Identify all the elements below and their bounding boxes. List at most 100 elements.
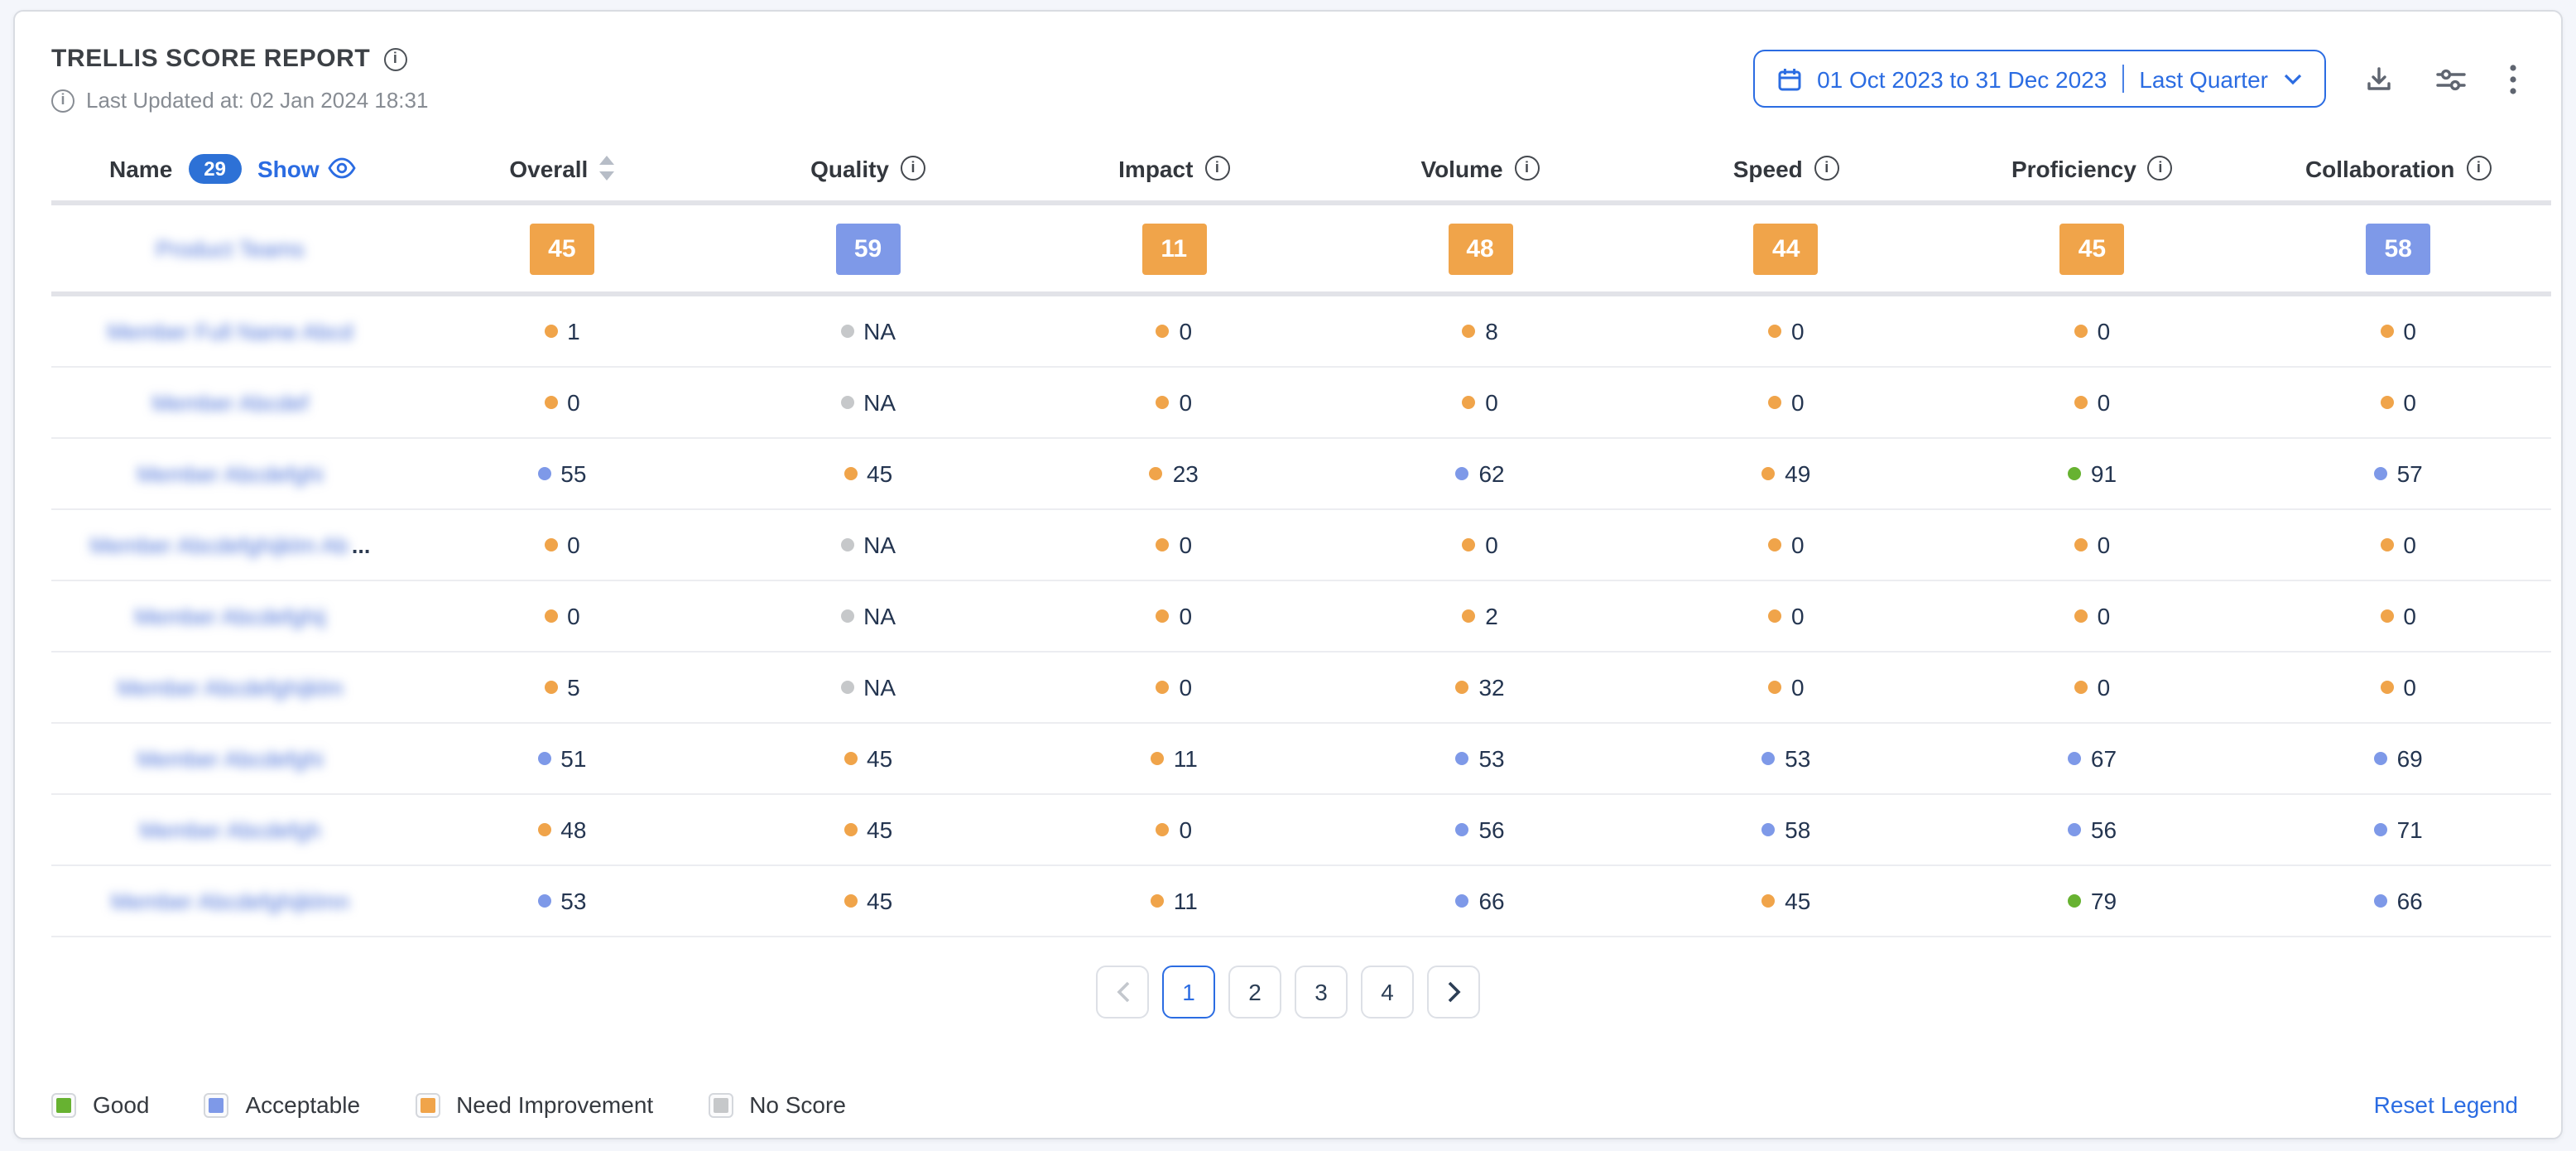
more-options-button[interactable] <box>2505 59 2521 99</box>
score-value: 56 <box>2091 816 2117 843</box>
score-dot <box>1768 609 1781 623</box>
score-cell: 0 <box>1021 389 1327 416</box>
column-header-name: Name 29 Show <box>51 153 409 183</box>
name-cell[interactable]: Member Abcdefghijklm <box>51 675 409 700</box>
column-header-overall[interactable]: Overall <box>409 155 715 181</box>
title-info-icon[interactable] <box>383 47 406 70</box>
contributor-name-blurred[interactable]: Member Abcdef <box>151 390 308 415</box>
contributor-name-blurred[interactable]: Member Abcdefghijklm <box>117 675 343 700</box>
column-label: Proficiency <box>2011 155 2136 181</box>
score-dot <box>1455 894 1468 908</box>
score-cells: 53451166457966 <box>409 888 2551 914</box>
score-value: 0 <box>567 603 580 629</box>
table-row: Member Abcdef0NA00000 <box>51 368 2551 439</box>
score-dot <box>840 396 853 409</box>
pagination-next-button[interactable] <box>1427 966 1480 1019</box>
score-value: 0 <box>1791 532 1805 558</box>
score-cell: NA <box>715 603 1021 629</box>
reset-legend-link[interactable]: Reset Legend <box>2374 1091 2518 1118</box>
name-cell[interactable]: Member Abcdefghijklm Ab... <box>51 532 409 557</box>
legend-item-no_score[interactable]: No Score <box>708 1091 846 1118</box>
score-dot <box>2374 894 2387 908</box>
score-dot <box>1455 823 1468 836</box>
score-cell: 0 <box>1633 674 1939 701</box>
name-cell[interactable]: Member Abcdefghijklmn <box>51 889 409 913</box>
name-cell[interactable]: Member Abcdefgh <box>51 817 409 842</box>
contributor-name-blurred[interactable]: Member Abcdefghij <box>134 604 325 628</box>
name-cell[interactable]: Member Abcdef <box>51 390 409 415</box>
score-cell: 0 <box>409 603 715 629</box>
score-cell: 0 <box>2245 389 2551 416</box>
contributor-name-blurred[interactable]: Member Full Name Abcd <box>107 319 353 344</box>
score-dot <box>2374 823 2387 836</box>
table-row: Member Abcdefghi55452362499157 <box>51 439 2551 510</box>
pagination-page-2[interactable]: 2 <box>1228 966 1281 1019</box>
name-cell[interactable]: Member Abcdefghij <box>51 604 409 628</box>
date-range-preset: Last Quarter <box>2139 65 2268 92</box>
download-button[interactable] <box>2361 60 2397 97</box>
show-names-toggle[interactable]: Show <box>257 155 356 181</box>
contributor-name-blurred[interactable]: Member Abcdefghijklmn <box>111 889 349 913</box>
pagination-page-3[interactable]: 3 <box>1295 966 1348 1019</box>
score-dot <box>1156 325 1170 338</box>
widget-settings-button[interactable] <box>2432 60 2470 97</box>
score-dot <box>1455 681 1468 694</box>
column-info-icon[interactable] <box>1515 156 1540 181</box>
chevron-down-icon <box>2283 72 2303 85</box>
score-value: 0 <box>1485 389 1498 416</box>
pagination-prev-button[interactable] <box>1096 966 1149 1019</box>
score-dot <box>843 467 857 480</box>
legend-item-acceptable[interactable]: Acceptable <box>204 1091 361 1118</box>
score-value: 45 <box>867 816 892 843</box>
date-range-picker[interactable]: 01 Oct 2023 to 31 Dec 2023 Last Quarter <box>1752 50 2326 108</box>
legend-color-box <box>51 1092 76 1117</box>
trellis-report-card: TRELLIS SCORE REPORT Last Updated at: 02… <box>13 10 2563 1139</box>
legend-item-need_improvement[interactable]: Need Improvement <box>415 1091 653 1118</box>
score-value: 8 <box>1485 318 1498 344</box>
contributor-name-blurred[interactable]: Member Abcdefghi <box>137 461 323 486</box>
score-cells: 0NA00000 <box>409 532 2551 558</box>
score-value: 49 <box>1785 460 1810 487</box>
score-cell: 0 <box>1939 603 2246 629</box>
contributor-name-blurred[interactable]: Member Abcdefghi <box>137 746 323 771</box>
score-cell: 69 <box>2245 745 2551 772</box>
score-value: 51 <box>560 745 586 772</box>
name-cell[interactable]: Product Teams <box>51 236 409 261</box>
column-info-icon[interactable] <box>2466 156 2491 181</box>
legend-item-good[interactable]: Good <box>51 1091 150 1118</box>
report-header-actions: 01 Oct 2023 to 31 Dec 2023 Last Quarter <box>1752 50 2521 108</box>
contributor-name-blurred[interactable]: Member Abcdefghijklm Ab <box>90 532 348 557</box>
score-value: 0 <box>1485 532 1498 558</box>
score-cells: 0NA00000 <box>409 389 2551 416</box>
column-info-icon[interactable] <box>1204 156 1229 181</box>
score-value: 79 <box>2091 888 2117 914</box>
score-dot <box>1150 467 1163 480</box>
score-badge: 45 <box>530 223 594 274</box>
pagination-page-4[interactable]: 4 <box>1361 966 1414 1019</box>
column-info-icon[interactable] <box>901 156 925 181</box>
score-legend: Good Acceptable Need Improvement No Score R… <box>15 1091 2561 1118</box>
table-row: Member Abcdefghijklm Ab...0NA00000 <box>51 510 2551 581</box>
score-cell: NA <box>715 532 1021 558</box>
score-cell: 0 <box>1021 603 1327 629</box>
legend-label: Good <box>93 1091 150 1118</box>
column-info-icon[interactable] <box>1814 156 1839 181</box>
contributor-name-blurred[interactable]: Product Teams <box>156 236 305 261</box>
score-dot <box>1156 538 1170 551</box>
score-dot <box>1151 752 1164 765</box>
pagination-page-1[interactable]: 1 <box>1162 966 1215 1019</box>
name-cell[interactable]: Member Abcdefghi <box>51 461 409 486</box>
score-dot <box>537 467 550 480</box>
name-cell[interactable]: Member Abcdefghi <box>51 746 409 771</box>
sort-icon[interactable] <box>599 156 614 181</box>
contributor-name-blurred[interactable]: Member Abcdefgh <box>139 817 320 842</box>
page-title: TRELLIS SCORE REPORT <box>51 45 370 73</box>
score-cell: 0 <box>1633 389 1939 416</box>
column-info-icon[interactable] <box>2148 156 2173 181</box>
score-cell: 55 <box>409 460 715 487</box>
score-cells: 1NA08000 <box>409 318 2551 344</box>
score-dot <box>2068 467 2081 480</box>
score-dot <box>1151 894 1164 908</box>
score-value: 0 <box>1180 603 1193 629</box>
name-cell[interactable]: Member Full Name Abcd <box>51 319 409 344</box>
